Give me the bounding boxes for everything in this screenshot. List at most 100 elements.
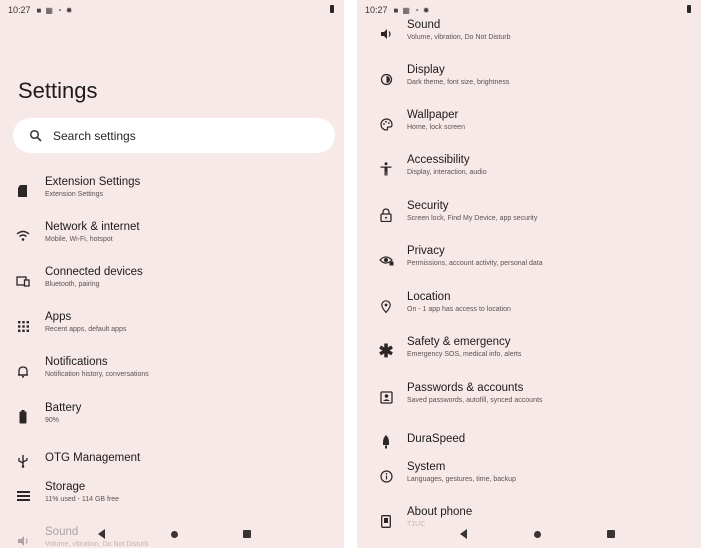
home-button[interactable] — [531, 528, 543, 540]
lock-icon — [377, 206, 395, 224]
back-button[interactable] — [457, 528, 469, 540]
status-time: 10:27 — [8, 5, 31, 15]
status-bar: 10:27 ■ ▦ ◔ ✹ — [0, 0, 344, 20]
item-title: Extension Settings — [45, 176, 141, 188]
item-title: System — [407, 461, 446, 473]
item-title: Apps — [45, 311, 72, 323]
item-subtitle: Notification history, conversations — [45, 371, 149, 378]
search-icon — [29, 129, 42, 142]
home-icon — [533, 530, 541, 538]
settings-item-apps[interactable]: Apps Recent apps, default apps — [0, 305, 344, 347]
asterisk-icon: ✱ — [378, 340, 394, 361]
item-subtitle: Bluetooth, pairing — [45, 281, 100, 288]
settings-item-passwords[interactable]: Passwords & accounts Saved passwords, au… — [357, 376, 701, 418]
back-icon — [97, 529, 105, 539]
notification-icon: ▦ — [45, 5, 53, 15]
home-button[interactable] — [168, 528, 180, 540]
page-title: Settings — [18, 78, 98, 103]
item-subtitle: Permissions, account activity, personal … — [407, 260, 543, 267]
settings-screen-left: 10:27 ■ ▦ ◔ ✹ Settings Search settings E… — [0, 0, 344, 548]
settings-item-wallpaper[interactable]: Wallpaper Home, lock screen — [357, 103, 701, 145]
back-icon — [459, 529, 467, 539]
navigation-bar — [357, 520, 701, 548]
item-title: Storage — [45, 481, 86, 493]
settings-item-sound[interactable]: Sound Volume, vibration, Do Not Disturb — [357, 13, 701, 55]
settings-item-location[interactable]: Location On - 1 app has access to locati… — [357, 285, 701, 327]
settings-item-safety[interactable]: ✱ Safety & emergency Emergency SOS, medi… — [357, 330, 701, 372]
item-subtitle: Screen lock, Find My Device, app securit… — [407, 215, 538, 222]
item-subtitle: Extension Settings — [45, 191, 103, 198]
battery-status-icon — [687, 5, 691, 13]
item-subtitle: Recent apps, default apps — [45, 326, 127, 333]
settings-item-privacy[interactable]: Privacy Permissions, account activity, p… — [357, 239, 701, 281]
storage-icon — [14, 487, 32, 505]
item-subtitle: 90% — [45, 417, 60, 424]
rocket-icon — [377, 433, 395, 451]
item-subtitle: Emergency SOS, medical info, alerts — [407, 351, 522, 358]
settings-item-display[interactable]: Display Dark theme, font size, brightnes… — [357, 58, 701, 100]
devices-icon — [14, 272, 32, 290]
settings-item-extension-settings[interactable]: Extension Settings Extension Settings — [0, 170, 344, 212]
settings-item-connected-devices[interactable]: Connected devices Bluetooth, pairing — [0, 260, 344, 302]
settings-item-notifications[interactable]: Notifications Notification history, conv… — [0, 350, 344, 392]
item-title: Sound — [407, 19, 441, 31]
item-subtitle: Dark theme, font size, brightness — [407, 79, 510, 86]
recents-icon — [243, 530, 251, 538]
bell-icon — [14, 362, 32, 380]
item-subtitle: Languages, gestures, time, backup — [407, 476, 516, 483]
account-box-icon — [377, 388, 395, 406]
recents-icon — [607, 530, 615, 538]
settings-item-system[interactable]: System Languages, gestures, time, backup — [357, 455, 701, 497]
settings-item-security[interactable]: Security Screen lock, Find My Device, ap… — [357, 194, 701, 236]
sd-card-icon — [14, 182, 32, 200]
item-subtitle: Display, interaction, audio — [407, 169, 487, 176]
item-title: Safety & emergency — [407, 336, 511, 348]
item-subtitle: On - 1 app has access to location — [407, 306, 511, 313]
back-button[interactable] — [95, 528, 107, 540]
settings-item-network[interactable]: Network & internet Mobile, Wi-Fi, hotspo… — [0, 215, 344, 257]
item-title: Display — [407, 64, 445, 76]
item-title: Notifications — [45, 356, 108, 368]
accessibility-icon — [377, 160, 395, 178]
gear-icon: ✹ — [65, 5, 73, 15]
item-title: Passwords & accounts — [407, 382, 524, 394]
notification-icon: ◔ — [56, 5, 62, 15]
search-settings-bar[interactable]: Search settings — [13, 118, 335, 153]
home-icon — [170, 530, 178, 538]
item-title: Connected devices — [45, 266, 143, 278]
battery-status-icon — [330, 5, 334, 13]
settings-item-accessibility[interactable]: Accessibility Display, interaction, audi… — [357, 148, 701, 190]
usb-icon — [14, 452, 32, 470]
location-pin-icon — [377, 297, 395, 315]
settings-screen-right: 10:27 ■ ▦ ◔ ✹ Sound Volume, vibration, D… — [357, 0, 701, 548]
item-title: OTG Management — [45, 452, 141, 464]
item-title: DuraSpeed — [407, 433, 466, 445]
item-title: About phone — [407, 506, 473, 518]
item-title: Battery — [45, 402, 82, 414]
apps-grid-icon — [14, 317, 32, 335]
notification-icon: ■ — [36, 5, 42, 15]
battery-icon — [14, 408, 32, 426]
wifi-icon — [14, 227, 32, 245]
display-icon — [377, 70, 395, 88]
settings-item-storage[interactable]: Storage 11% used - 114 GB free — [0, 475, 344, 517]
item-subtitle: Home, lock screen — [407, 124, 465, 131]
item-title: Accessibility — [407, 154, 470, 166]
settings-item-battery[interactable]: Battery 90% — [0, 396, 344, 438]
item-subtitle: Mobile, Wi-Fi, hotspot — [45, 236, 113, 243]
navigation-bar — [0, 520, 344, 548]
item-title: Location — [407, 291, 451, 303]
item-title: Privacy — [407, 245, 445, 257]
recents-button[interactable] — [241, 528, 253, 540]
search-placeholder: Search settings — [53, 128, 136, 143]
item-subtitle: 11% used - 114 GB free — [45, 496, 120, 503]
item-subtitle: Saved passwords, autofill, synced accoun… — [407, 397, 543, 404]
recents-button[interactable] — [605, 528, 617, 540]
item-title: Wallpaper — [407, 109, 459, 121]
item-title: Security — [407, 200, 449, 212]
item-subtitle: Volume, vibration, Do Not Disturb — [407, 34, 511, 41]
item-title: Network & internet — [45, 221, 140, 233]
info-icon — [377, 467, 395, 485]
palette-icon — [377, 115, 395, 133]
privacy-eye-icon — [377, 251, 395, 269]
